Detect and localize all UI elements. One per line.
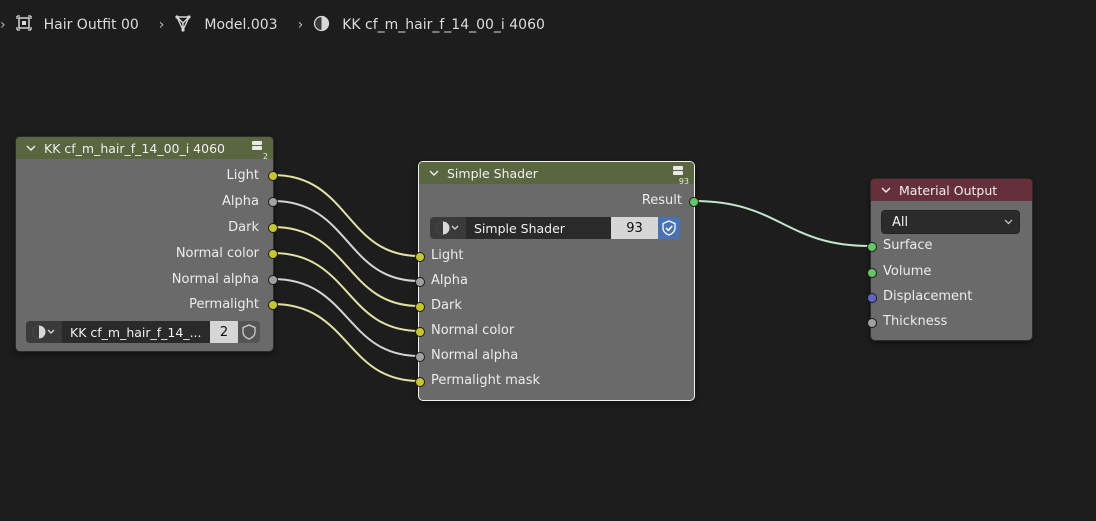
node-user-count: 2 — [262, 152, 268, 161]
input-volume: Volume — [883, 264, 931, 279]
input-alpha: Alpha — [431, 273, 468, 288]
socket-output-permalight[interactable] — [268, 300, 278, 310]
node-title: Material Output — [899, 182, 998, 198]
collapse-arrow-icon[interactable] — [26, 141, 36, 156]
chevron-down-icon — [1004, 215, 1013, 230]
socket-output-light[interactable] — [268, 171, 278, 181]
node-group-user-count[interactable]: 93 — [611, 217, 658, 239]
node-group-browse-button[interactable] — [430, 217, 466, 239]
output-dark: Dark — [228, 220, 259, 235]
material-output-node[interactable]: Material Output All Surface Volume Displ… — [867, 178, 1033, 341]
node-header[interactable]: Simple Shader 93 — [419, 162, 694, 186]
socket-input-light[interactable] — [415, 252, 425, 262]
output-label: Alpha — [222, 194, 259, 209]
input-label: Displacement — [883, 289, 973, 304]
socket-input-thickness[interactable] — [867, 318, 877, 328]
chevron-right-icon: › — [158, 17, 165, 33]
output-label: Dark — [228, 220, 259, 235]
material-icon — [32, 325, 55, 339]
node-group-name-field[interactable]: KK cf_m_hair_f_14_... — [62, 321, 210, 343]
input-label: Normal color — [431, 323, 515, 338]
collapse-arrow-icon[interactable] — [881, 183, 891, 198]
input-label: Alpha — [431, 273, 468, 288]
target-dropdown[interactable]: All — [881, 210, 1020, 234]
fake-user-button[interactable] — [238, 321, 260, 343]
input-label: Thickness — [883, 314, 948, 329]
node-header[interactable]: KK cf_m_hair_f_14_00_i 4060 2 — [16, 137, 273, 161]
breadcrumb-object[interactable]: Hair Outfit 00 — [15, 15, 139, 35]
input-thickness: Thickness — [883, 314, 947, 329]
socket-output-result[interactable] — [689, 197, 699, 207]
input-label: Dark — [431, 298, 462, 313]
node-group-browse-button[interactable] — [26, 321, 62, 343]
input-surface: Surface — [883, 238, 933, 253]
node-group-selector: KK cf_m_hair_f_14_... 2 — [26, 321, 261, 343]
node-group-icon: 93 — [672, 165, 689, 186]
socket-input-normal-alpha[interactable] — [415, 352, 425, 362]
chevron-right-icon: › — [0, 17, 6, 33]
output-light: Light — [227, 168, 259, 183]
group-node[interactable]: KK cf_m_hair_f_14_00_i 4060 2 Light Alph… — [15, 136, 278, 352]
breadcrumb-material-label: KK cf_m_hair_f_14_00_i 4060 — [342, 17, 545, 33]
output-label: Result — [641, 193, 682, 208]
socket-input-displacement[interactable] — [867, 293, 877, 303]
input-label: Volume — [883, 264, 932, 279]
breadcrumb-mesh-label: Model.003 — [204, 17, 278, 33]
socket-input-normal-color[interactable] — [415, 327, 425, 337]
chevron-right-icon: › — [297, 17, 304, 33]
output-normal-alpha: Normal alpha — [172, 272, 259, 287]
output-normal-color: Normal color — [176, 246, 259, 261]
mesh-icon — [174, 14, 192, 36]
output-permalight: Permalight — [189, 297, 259, 312]
output-label: Normal alpha — [171, 272, 259, 287]
fake-user-button[interactable] — [658, 217, 680, 239]
material-icon — [436, 221, 459, 235]
node-group-selector: Simple Shader 93 — [430, 217, 682, 239]
socket-output-normal-color[interactable] — [268, 249, 278, 259]
target-dropdown-value: All — [892, 214, 909, 230]
material-icon — [313, 15, 330, 36]
node-group-name-field[interactable]: Simple Shader — [466, 217, 611, 239]
output-label: Normal color — [175, 246, 259, 261]
simple-shader-node[interactable]: Simple Shader 93 Result Simple Shader 93… — [415, 161, 699, 401]
input-normal-color: Normal color — [431, 323, 514, 338]
output-result: Result — [642, 193, 682, 208]
socket-output-alpha[interactable] — [268, 197, 278, 207]
socket-input-alpha[interactable] — [415, 277, 425, 287]
socket-input-dark[interactable] — [415, 302, 425, 312]
node-title: Simple Shader — [447, 165, 538, 181]
breadcrumb: › Hair Outfit 00 › Model.003 › KK cf_m_h… — [0, 12, 545, 38]
breadcrumb-mesh[interactable]: Model.003 — [174, 14, 278, 36]
input-light: Light — [431, 248, 463, 263]
output-label: Permalight — [189, 297, 259, 312]
input-displacement: Displacement — [883, 289, 972, 304]
input-normal-alpha: Normal alpha — [431, 348, 518, 363]
collapse-arrow-icon[interactable] — [429, 166, 439, 181]
shield-icon — [242, 324, 256, 340]
node-group-user-count[interactable]: 2 — [210, 321, 238, 343]
object-icon — [15, 15, 32, 35]
node-title: KK cf_m_hair_f_14_00_i 4060 — [44, 140, 225, 156]
input-label: Light — [431, 248, 464, 263]
input-label: Normal alpha — [431, 348, 519, 363]
input-dark: Dark — [431, 298, 462, 313]
socket-input-volume[interactable] — [867, 268, 877, 278]
socket-input-permalight-mask[interactable] — [415, 377, 425, 387]
output-alpha: Alpha — [222, 194, 259, 209]
node-user-count: 93 — [678, 177, 689, 186]
node-header[interactable]: Material Output — [871, 179, 1032, 201]
breadcrumb-material[interactable]: KK cf_m_hair_f_14_00_i 4060 — [313, 15, 545, 36]
input-permalight-mask: Permalight mask — [431, 373, 540, 388]
input-label: Permalight mask — [431, 373, 540, 388]
socket-output-dark[interactable] — [268, 223, 278, 233]
socket-input-surface[interactable] — [867, 242, 877, 252]
input-label: Surface — [883, 238, 933, 253]
node-group-icon: 2 — [251, 140, 268, 161]
shield-check-icon — [662, 220, 676, 236]
breadcrumb-object-label: Hair Outfit 00 — [43, 17, 139, 33]
socket-output-normal-alpha[interactable] — [268, 275, 278, 285]
output-label: Light — [226, 168, 259, 183]
